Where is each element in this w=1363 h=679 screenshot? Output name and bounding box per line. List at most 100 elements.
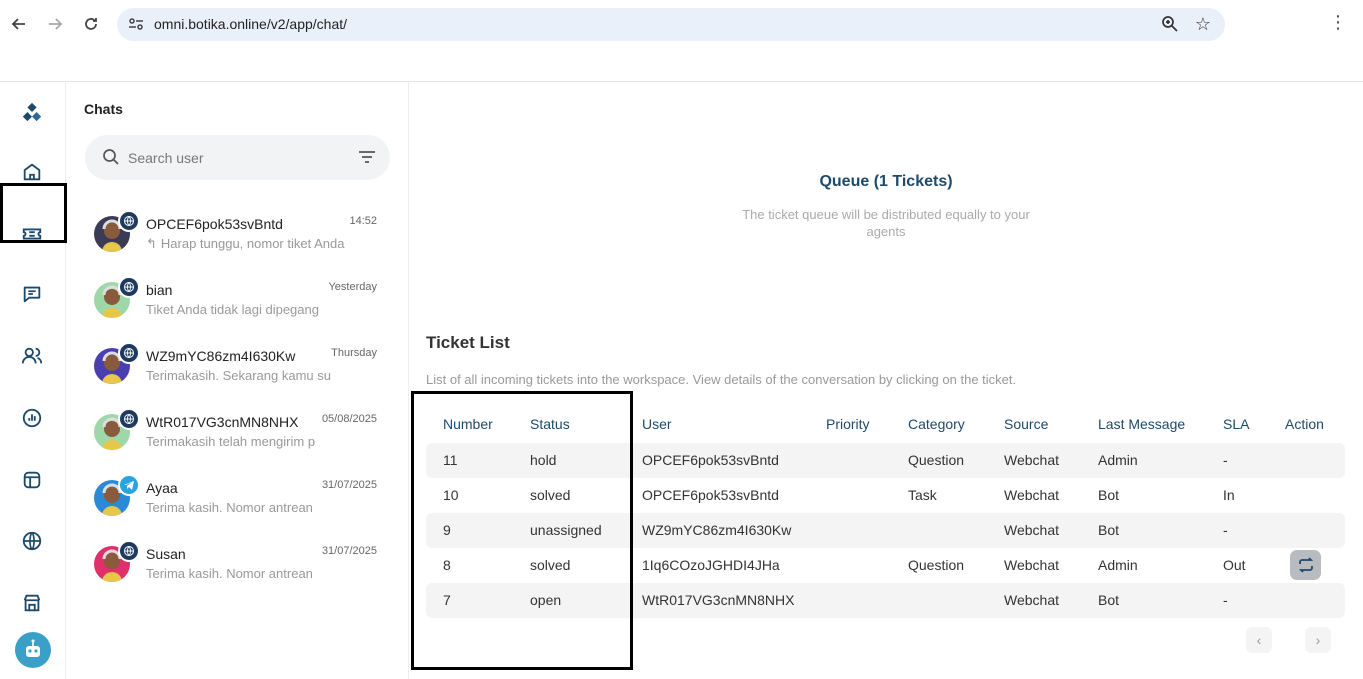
- url-text[interactable]: omni.botika.online/v2/app/chat/: [154, 16, 347, 32]
- browser-menu-icon[interactable]: ⋮: [1329, 12, 1347, 33]
- chat-user-name: OPCEF6pok53svBntd: [146, 216, 283, 232]
- reopen-ticket-button[interactable]: [1290, 550, 1321, 580]
- chat-list-item[interactable]: OPCEF6pok53svBntd 14:52 ↰ Harap tunggu, nom…: [67, 210, 409, 282]
- chat-list-item[interactable]: Ayaa 31/07/2025 Terima kasih. Nomor antrea…: [67, 474, 409, 546]
- chat-preview-text: Terima kasih. Nomor antrean: [146, 566, 313, 581]
- channels-icon[interactable]: [14, 462, 50, 498]
- chat-time: 31/07/2025: [321, 545, 377, 557]
- chat-preview: Terimakasih telah mengirim p: [146, 434, 352, 449]
- chat-time: Yesterday: [328, 281, 377, 293]
- chat-list-item[interactable]: WZ9mYC86zm4I630Kw Thursday Terimakasih. Se…: [67, 342, 409, 414]
- chats-panel: Chats OPCEF6pok53svBntd 14:52 ↰Harap tungg…: [67, 82, 409, 679]
- reply-icon: ↰: [146, 236, 157, 251]
- chat-time: 05/08/2025: [321, 413, 377, 425]
- forward-icon[interactable]: [43, 12, 67, 36]
- site-settings-icon[interactable]: [127, 15, 145, 33]
- chat-preview-text: Tiket Anda tidak lagi dipegang: [146, 302, 319, 317]
- logo-icon[interactable]: [14, 94, 50, 130]
- zoom-icon[interactable]: [1161, 15, 1179, 33]
- store-icon[interactable]: [14, 585, 50, 621]
- ticket-cell-last-message: Bot: [1098, 592, 1120, 608]
- repeat-icon: [1298, 557, 1313, 573]
- ticket-cell-sla: -: [1223, 522, 1228, 538]
- ticket-cell-source: Webchat: [1004, 452, 1059, 468]
- webchat-globe-icon: [118, 540, 140, 562]
- chat-user-name: WtR017VG3cnMN8NHX: [146, 414, 299, 430]
- ticket-cell-sla: -: [1223, 452, 1228, 468]
- webchat-globe-icon: [118, 342, 140, 364]
- ticket-cell-category: Task: [908, 487, 937, 503]
- chat-list-item[interactable]: WtR017VG3cnMN8NHX 05/08/2025 Terimakasih t…: [67, 408, 409, 480]
- filter-icon[interactable]: [358, 149, 376, 165]
- search-icon: [103, 149, 119, 165]
- highlight-box-number-status: [411, 391, 633, 670]
- chat-preview: Terima kasih. Nomor antrean: [146, 500, 352, 515]
- address-bar[interactable]: omni.botika.online/v2/app/chat/ ☆: [117, 8, 1225, 41]
- ticket-cell-last-message: Admin: [1098, 452, 1138, 468]
- chat-preview-text: Terima kasih. Nomor antrean: [146, 500, 313, 515]
- ticket-cell-source: Webchat: [1004, 522, 1059, 538]
- chat-preview-text: Terimakasih. Sekarang kamu su: [146, 368, 331, 383]
- ticket-cell-category: Question: [908, 452, 965, 468]
- chat-preview-text: Terimakasih telah mengirim p: [146, 434, 316, 449]
- search-user-input[interactable]: [128, 147, 348, 169]
- column-header-priority[interactable]: Priority: [826, 416, 870, 432]
- webchat-globe-icon: [118, 408, 140, 430]
- ticket-cell-source: Webchat: [1004, 487, 1059, 503]
- ticket-cell-user: OPCEF6pok53svBntd: [642, 452, 779, 468]
- column-header-category[interactable]: Category: [908, 416, 965, 432]
- ticket-cell-source: Webchat: [1004, 592, 1059, 608]
- contacts-icon[interactable]: [14, 338, 50, 374]
- chat-user-name: Susan: [146, 546, 186, 562]
- chat-preview-text: Harap tunggu, nomor tiket Anda: [160, 236, 345, 251]
- webchat-globe-icon: [118, 210, 140, 232]
- ticket-cell-user: OPCEF6pok53svBntd: [642, 487, 779, 503]
- webchat-globe-icon: [118, 276, 140, 298]
- ticket-cell-last-message: Bot: [1098, 487, 1120, 503]
- chat-list-item[interactable]: Susan 31/07/2025 Terima kasih. Nomor antre…: [67, 540, 409, 612]
- chat-user-name: WZ9mYC86zm4I630Kw: [146, 348, 296, 364]
- chat-preview: Tiket Anda tidak lagi dipegang: [146, 302, 352, 317]
- queue-description: The ticket queue will be distributed equ…: [742, 207, 1030, 239]
- ticket-list-description: List of all incoming tickets into the wo…: [426, 372, 1017, 387]
- chat-preview: Terima kasih. Nomor antrean: [146, 566, 352, 581]
- browser-toolbar: omni.botika.online/v2/app/chat/ ☆ ⋮: [0, 0, 1363, 48]
- chat-preview: ↰ Harap tunggu, nomor tiket Anda: [146, 236, 352, 252]
- ticket-cell-last-message: Bot: [1098, 522, 1120, 538]
- ticket-cell-user: 1Iq6COzoJGHDI4JHa: [642, 557, 780, 573]
- column-header-user[interactable]: User: [642, 416, 672, 432]
- analytics-icon[interactable]: [14, 400, 50, 436]
- chat-user-name: bian: [146, 282, 173, 298]
- ticket-cell-sla: -: [1223, 592, 1228, 608]
- ticket-cell-sla: In: [1223, 487, 1235, 503]
- reload-icon[interactable]: [79, 12, 103, 36]
- column-header-sla[interactable]: SLA: [1223, 416, 1249, 432]
- chat-preview: Terimakasih. Sekarang kamu su: [146, 368, 352, 383]
- bot-avatar[interactable]: [15, 632, 51, 668]
- ticket-cell-last-message: Admin: [1098, 557, 1138, 573]
- chat-list-item[interactable]: bian Yesterday Tiket Anda tidak lagi dipeg…: [67, 276, 409, 348]
- back-icon[interactable]: [7, 12, 31, 36]
- telegram-icon: [118, 474, 140, 496]
- chat-user-name: Ayaa: [146, 480, 178, 496]
- next-page-button[interactable]: ›: [1305, 627, 1331, 653]
- column-header-source[interactable]: Source: [1004, 416, 1048, 432]
- globe-icon[interactable]: [14, 523, 50, 559]
- ticket-cell-sla: Out: [1223, 557, 1246, 573]
- chat-time: Thursday: [331, 347, 377, 359]
- search-box: [85, 135, 390, 180]
- chat-time: 14:52: [349, 215, 377, 227]
- ticket-cell-source: Webchat: [1004, 557, 1059, 573]
- left-rail: [0, 82, 66, 679]
- ticket-cell-category: Question: [908, 557, 965, 573]
- chat-time: 31/07/2025: [321, 479, 377, 491]
- column-header-action: Action: [1285, 416, 1324, 432]
- queue-title: Queue (1 Tickets): [819, 173, 953, 190]
- ticket-cell-user: WtR017VG3cnMN8NHX: [642, 592, 795, 608]
- prev-page-button[interactable]: ‹: [1246, 627, 1272, 653]
- chats-title: Chats: [84, 101, 123, 117]
- ticket-list-title: Ticket List: [426, 333, 510, 352]
- bookmark-star-icon[interactable]: ☆: [1195, 14, 1211, 35]
- column-header-last-message[interactable]: Last Message: [1098, 416, 1185, 432]
- chat-icon[interactable]: [14, 276, 50, 312]
